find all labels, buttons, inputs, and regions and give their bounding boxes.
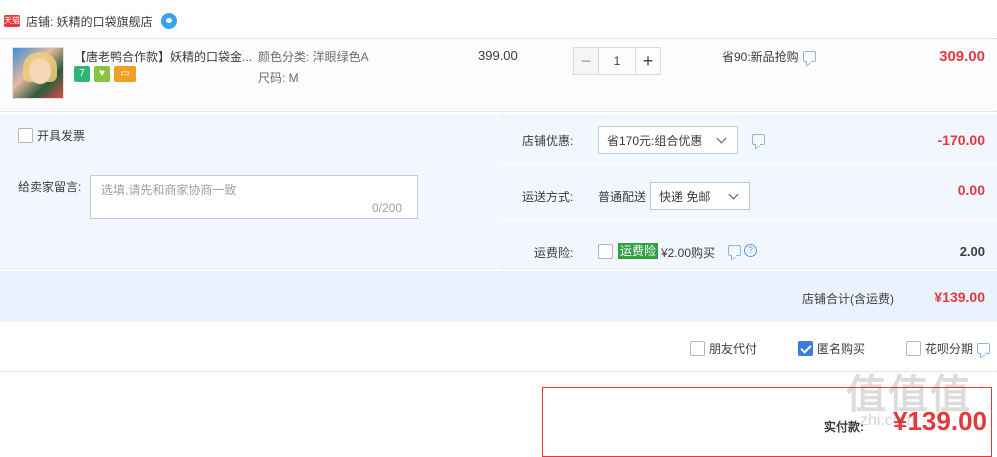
anonymous-buy-label: 匿名购买 — [817, 342, 866, 356]
actual-payment-label: 实付款: — [824, 420, 864, 434]
insurance-label: 运费险: — [534, 246, 574, 260]
store-name-link[interactable]: 店铺: 妖精的口袋旗舰店 — [26, 13, 153, 30]
shop-discount-value: 省170元:组合优惠 — [607, 133, 703, 148]
shipping-amount: 0.00 — [957, 182, 985, 198]
insurance-amount: 2.00 — [959, 244, 985, 259]
store-header: 天猫 店铺: 妖精的口袋旗舰店 — [0, 10, 177, 32]
sku-size: 尺码: M — [258, 71, 299, 85]
insurance-tag: 运费险 — [618, 243, 659, 259]
shop-discount-label: 店铺优惠: — [522, 134, 574, 148]
tmall-icon: 天猫 — [4, 15, 20, 27]
shipping-mode: 普通配送 — [598, 190, 647, 204]
item-subtotal: 309.00 — [939, 48, 985, 65]
item-promotion: 省90:新品抢购 — [722, 48, 816, 65]
chat-icon[interactable] — [752, 134, 765, 145]
decrease-quantity-button[interactable]: − — [573, 47, 599, 75]
chat-icon[interactable] — [802, 51, 816, 62]
product-thumbnail[interactable] — [12, 47, 64, 99]
invoice-label: 开具发票 — [37, 129, 86, 143]
thumbnail-figure-face — [29, 58, 51, 84]
sku-color: 颜色分类: 洋眼绿色A — [258, 50, 369, 64]
chat-icon[interactable] — [728, 245, 741, 256]
product-title-link[interactable]: 【唐老鸭合作款】妖精的口袋金... — [74, 48, 254, 65]
guarantee-icon[interactable]: ♥ — [94, 66, 110, 82]
card-icon[interactable]: ▭ — [114, 66, 136, 82]
seller-message-placeholder: 选填,请先和商家协商一致 — [101, 183, 237, 197]
shipping-label: 运送方式: — [522, 190, 574, 204]
character-count: 0/200 — [372, 201, 403, 215]
quantity-input[interactable]: 1 — [599, 47, 635, 75]
watermark-text: zhi.com — [860, 412, 916, 429]
insurance-icons: ? — [728, 244, 757, 257]
anonymous-buy-option[interactable]: 匿名购买 — [798, 340, 865, 357]
shop-discount-select[interactable]: 省170元:组合优惠 — [598, 126, 738, 154]
shipping-value: 快递 免邮 — [659, 189, 711, 204]
huabei-installment-option[interactable]: 花呗分期 — [906, 340, 991, 357]
divider — [500, 164, 997, 165]
divider — [500, 220, 997, 221]
help-icon[interactable]: ? — [744, 244, 757, 257]
service-badges: 7 ♥ ▭ — [74, 66, 136, 82]
invoice-option[interactable]: 开具发票 — [18, 127, 85, 144]
wangwang-chat-icon[interactable] — [160, 13, 177, 29]
store-total-label: 店铺合计(含运费) — [802, 292, 894, 306]
divider — [497, 114, 498, 270]
chat-icon[interactable] — [977, 343, 991, 354]
insurance-checkbox[interactable] — [598, 244, 613, 259]
quantity-stepper: − 1 + — [573, 47, 661, 75]
insurance-price: ¥2.00购买 — [661, 246, 716, 260]
promotion-text: 省90:新品抢购 — [722, 50, 799, 64]
anonymous-buy-checkbox[interactable] — [798, 341, 813, 356]
huabei-label: 花呗分期 — [925, 342, 974, 356]
chevron-down-icon — [716, 133, 727, 143]
huabei-checkbox[interactable] — [906, 341, 921, 356]
invoice-checkbox[interactable] — [18, 128, 33, 143]
7-day-return-icon[interactable]: 7 — [74, 66, 90, 82]
chevron-down-icon — [728, 189, 739, 199]
shipping-select[interactable]: 快递 免邮 — [650, 182, 750, 210]
friend-pay-label: 朋友代付 — [709, 342, 758, 356]
increase-quantity-button[interactable]: + — [635, 47, 661, 75]
shop-discount-amount: -170.00 — [937, 132, 985, 148]
store-total-amount: ¥139.00 — [934, 289, 985, 305]
friend-pay-checkbox[interactable] — [690, 341, 705, 356]
unit-price: 399.00 — [478, 48, 518, 63]
seller-message-label: 给卖家留言: — [18, 180, 82, 194]
friend-pay-option[interactable]: 朋友代付 — [690, 340, 757, 357]
